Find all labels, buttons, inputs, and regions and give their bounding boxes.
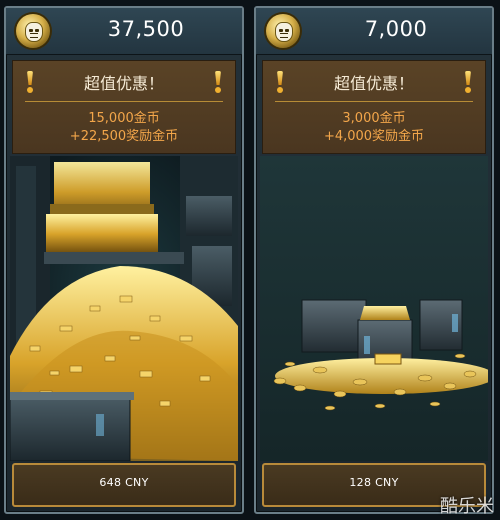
- price-label: 128 CNY: [349, 476, 399, 489]
- offer-panel: 超值优惠！ 15,000金币 +22,500奖励金币: [12, 60, 236, 154]
- skull-coin-icon: [16, 14, 50, 48]
- bonus-coins-text: +22,500奖励金币: [69, 129, 179, 144]
- bonus-coins-text: +4,000奖励金币: [323, 129, 425, 144]
- watermark-text: 酷乐米: [440, 496, 494, 517]
- coin-pack-card-7000[interactable]: 7,000 超值优惠！ 3,000金币 +4,000奖励金币 128 CNY: [254, 6, 494, 514]
- gold-vault-image: [10, 156, 238, 461]
- pack-header: 37,500: [6, 8, 242, 55]
- pack-amount: 37,500: [107, 17, 185, 41]
- offer-title: 超值优惠！: [333, 74, 414, 93]
- base-coins-text: 3,000金币: [342, 111, 406, 126]
- price-label: 648 CNY: [99, 476, 149, 489]
- skull-coin-icon: [266, 14, 300, 48]
- coin-pack-card-37500[interactable]: 37,500 超值优惠！ 15,000金币 +22,500奖励金币 648 CN…: [4, 6, 244, 514]
- offer-divider: [25, 101, 223, 102]
- pack-header: 7,000: [256, 8, 492, 55]
- offer-divider: [275, 101, 473, 102]
- offer-title: 超值优惠！: [83, 74, 164, 93]
- coin-crates-image: [260, 156, 488, 461]
- offer-panel: 超值优惠！ 3,000金币 +4,000奖励金币: [262, 60, 486, 154]
- buy-button[interactable]: 648 CNY: [12, 463, 236, 507]
- pack-amount: 7,000: [364, 17, 428, 41]
- base-coins-text: 15,000金币: [88, 111, 160, 126]
